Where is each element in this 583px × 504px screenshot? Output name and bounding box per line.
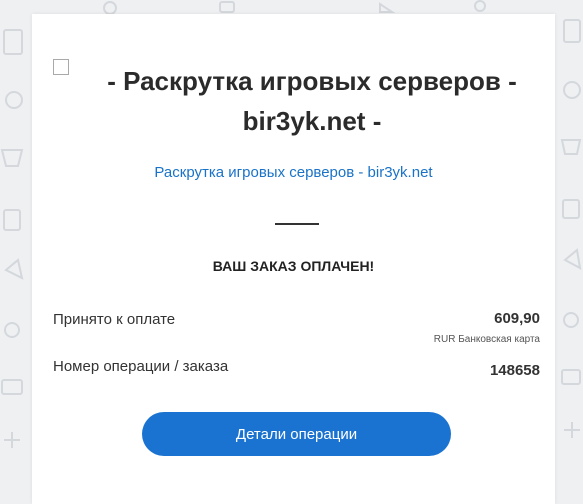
payment-method: RUR Банковская карта: [433, 334, 540, 345]
operation-label: Номер операции / заказа: [53, 358, 229, 375]
page-title: - Раскрутка игровых серверов - bir3yk.ne…: [107, 66, 517, 136]
merchant-logo-placeholder: [53, 59, 69, 75]
merchant-link[interactable]: Раскрутка игровых серверов - bir3yk.net: [32, 164, 555, 181]
operation-details-button[interactable]: Детали операции: [142, 412, 451, 456]
operation-number: 148658: [489, 362, 540, 379]
payment-label: Принято к оплате: [53, 311, 176, 328]
divider: [275, 223, 319, 225]
order-status: ВАШ ЗАКАЗ ОПЛАЧЕН!: [212, 258, 375, 274]
payment-card: - Раскрутка игровых серверов - bir3yk.ne…: [32, 14, 555, 504]
payment-amount: 609,90: [494, 310, 540, 327]
